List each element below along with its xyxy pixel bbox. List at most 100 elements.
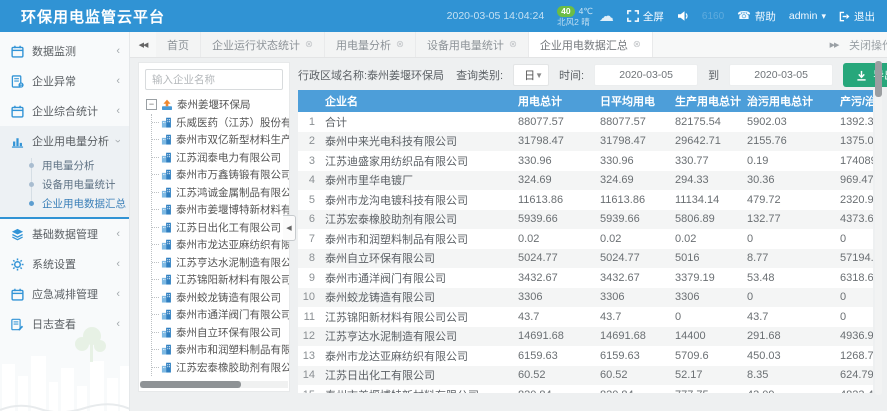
column-header-4[interactable]: 治污用电总计 <box>744 90 837 112</box>
layers-icon <box>11 228 26 241</box>
table-row[interactable]: 8泰州自立环保有限公司5024.775024.7750168.7757194.9… <box>298 249 873 269</box>
tree-company-node[interactable]: 江苏宏泰橡胶助剂有限公司 <box>152 359 289 377</box>
tree-company-node[interactable]: 江苏润泰电力有限公司 <box>152 149 289 167</box>
sidebar-item-emergency[interactable]: 应急减排管理‹ <box>0 279 129 309</box>
table-row[interactable]: 2泰州中来光电科技有限公司31798.4731798.4729642.71215… <box>298 132 873 152</box>
logout-button[interactable]: 退出 <box>839 9 875 24</box>
date-to-input[interactable] <box>729 64 833 86</box>
alert-count-badge: 6160 <box>702 11 724 22</box>
fullscreen-icon <box>627 10 639 22</box>
tab-0[interactable]: 首页 <box>156 32 201 57</box>
tree-company-node[interactable]: 江苏鸿诚金属制品有限公司 <box>152 184 289 202</box>
table-row[interactable]: 3江苏迪盛家用纺织品有限公司330.96330.96330.770.191740… <box>298 151 873 171</box>
sidebar-subitem-power-analysis-2[interactable]: 企业用电数据汇总 <box>0 194 129 213</box>
table-row[interactable]: 13泰州市龙达亚麻纺织有限公司6159.636159.635709.6450.0… <box>298 346 873 366</box>
sidebar-item-power-analysis[interactable]: 企业用电量分析‹ <box>0 126 129 156</box>
sound-button[interactable] <box>677 10 689 22</box>
building-icon <box>161 362 172 373</box>
table-row[interactable]: 12江苏亨达水泥制造有限公司14691.6814691.6814400291.6… <box>298 327 873 347</box>
tree-company-node[interactable]: 泰州市姜堰博特新材料有限公司 <box>152 201 289 219</box>
page-title: 环保用电监管云平台 <box>0 6 165 27</box>
chevron-icon: ‹ <box>116 75 120 87</box>
chevron-icon: ‹ <box>112 139 124 143</box>
column-header-3[interactable]: 生产用电总计 <box>672 90 744 112</box>
tree-company-node[interactable]: 泰州市龙达亚麻纺织有限公司 <box>152 236 289 254</box>
tab-close-icon[interactable]: ⊗ <box>305 40 313 50</box>
company-tree-panel: −泰州姜堰环保局乐威医药（江苏）股份有限公司泰州市双亿新型材料生产有限公司江苏润… <box>138 62 290 392</box>
tree-company-node[interactable]: 泰州市和润塑料制品有限公司 <box>152 341 289 359</box>
tabs-scroll-right-icon[interactable]: ▶▶ <box>821 32 847 57</box>
bullet-icon <box>29 182 34 187</box>
table-row[interactable]: 4泰州市里华电镀厂324.69324.69294.3330.36969.47 <box>298 171 873 191</box>
close-operations-button[interactable]: 关闭操作 <box>847 32 887 57</box>
sidebar-group-company-abnormal: 企业异常‹ <box>0 66 129 96</box>
table-row[interactable]: 9泰州市通洋阀门有限公司3432.673432.673379.1953.4863… <box>298 268 873 288</box>
category-select[interactable]: 日 ▼ <box>513 64 549 86</box>
log-icon <box>11 318 26 331</box>
cloud-icon: ☁ <box>599 9 614 24</box>
bar-chart-icon <box>11 135 26 148</box>
tree-collapse-button[interactable]: ◀ <box>283 215 296 241</box>
sidebar-item-base-data[interactable]: 基础数据管理‹ <box>0 219 129 249</box>
tab-4[interactable]: 企业用电数据汇总⊗ <box>529 32 653 57</box>
tab-1[interactable]: 企业运行状态统计⊗ <box>201 32 325 57</box>
sidebar-subitem-power-analysis-0[interactable]: 用电量分析 <box>0 156 129 175</box>
sidebar-item-company-abnormal[interactable]: 企业异常‹ <box>0 66 129 96</box>
chevron-icon: ‹ <box>116 105 120 117</box>
region-label: 行政区域名称:泰州姜堰环保局 <box>298 67 444 83</box>
column-header-2[interactable]: 日平均用电 <box>597 90 672 112</box>
table-row[interactable]: 7泰州市和润塑料制品有限公司0.020.020.0200 <box>298 229 873 249</box>
aqi-badge: 40 <box>557 6 574 17</box>
table-row[interactable]: 1合计88077.5788077.5782175.545902.031392.3… <box>298 112 873 132</box>
tab-close-icon[interactable]: ⊗ <box>633 40 641 50</box>
tab-3[interactable]: 设备用电量统计⊗ <box>416 32 529 57</box>
sidebar-item-company-stats[interactable]: 企业综合统计‹ <box>0 96 129 126</box>
tree-company-node[interactable]: 泰州市通洋阀门有限公司 <box>152 306 289 324</box>
building-icon <box>161 169 172 180</box>
table-row[interactable]: 15泰州市姜堰博特新材料有限公司820.84820.84777.7543.094… <box>298 385 873 393</box>
tree-company-node[interactable]: 泰州市万鑫铸锻有限公司 <box>152 166 289 184</box>
user-menu[interactable]: admin ▾ <box>789 10 826 22</box>
column-header-5[interactable]: 产污/治污(用 <box>837 90 873 112</box>
category-label: 查询类别: <box>456 67 503 83</box>
tree-company-node[interactable]: 江苏锦阳新材料有限公司公司 <box>152 271 289 289</box>
tree-root-node-0[interactable]: −泰州姜堰环保局 <box>146 96 289 114</box>
calendar-icon <box>11 45 26 58</box>
help-button[interactable]: ☎ 帮助 <box>737 9 776 24</box>
tabs-scroll-left-icon[interactable]: ◀◀ <box>130 32 156 57</box>
building-icon <box>161 117 172 128</box>
building-icon <box>161 257 172 268</box>
chevron-icon: ‹ <box>116 258 120 270</box>
tab-close-icon[interactable]: ⊗ <box>396 40 404 50</box>
table-row[interactable]: 11江苏锦阳新材料有限公司公司43.743.7043.70 <box>298 307 873 327</box>
column-header-0[interactable]: 企业名 <box>320 90 515 112</box>
sidebar-item-data-monitor[interactable]: 数据监测‹ <box>0 36 129 66</box>
date-from-input[interactable] <box>594 64 698 86</box>
tree-company-node[interactable]: 泰州市双亿新型材料生产有限公司 <box>152 131 289 149</box>
building-icon <box>161 204 172 215</box>
scrollbar-thumb[interactable] <box>875 61 882 97</box>
tab-2[interactable]: 用电量分析⊗ <box>325 32 416 57</box>
tree-company-node[interactable]: 泰州蛟龙铸造有限公司 <box>152 289 289 307</box>
scrollbar-thumb[interactable] <box>140 381 241 388</box>
tree-company-node[interactable]: 乐威医药（江苏）股份有限公司 <box>152 114 289 132</box>
table-row[interactable]: 14江苏日出化工有限公司60.5260.5252.178.35624.79 <box>298 366 873 386</box>
sidebar-item-system-settings[interactable]: 系统设置‹ <box>0 249 129 279</box>
sidebar-item-logs[interactable]: 日志查看‹ <box>0 309 129 339</box>
tree-expand-icon[interactable]: − <box>146 99 157 110</box>
tab-close-icon[interactable]: ⊗ <box>509 40 517 50</box>
tree-company-node[interactable]: 江苏亨达水泥制造有限公司 <box>152 254 289 272</box>
tree-company-node[interactable]: 江苏日出化工有限公司 <box>152 219 289 237</box>
table-row[interactable]: 6江苏宏泰橡胶助剂有限公司5939.665939.665806.89132.77… <box>298 210 873 230</box>
sidebar-subitem-power-analysis-1[interactable]: 设备用电量统计 <box>0 175 129 194</box>
column-header-1[interactable]: 用电总计 <box>515 90 597 112</box>
table-vertical-scrollbar[interactable] <box>875 60 882 395</box>
building-icon <box>161 152 172 163</box>
building-icon <box>161 222 172 233</box>
fullscreen-button[interactable]: 全屏 <box>627 9 664 24</box>
table-row[interactable]: 5泰州市龙沟电镀科技有限公司11613.8611613.8611134.1447… <box>298 190 873 210</box>
table-row[interactable]: 10泰州蛟龙铸造有限公司33063306330600 <box>298 288 873 308</box>
tree-company-node[interactable]: 泰州自立环保有限公司 <box>152 324 289 342</box>
tree-horizontal-scrollbar[interactable] <box>140 381 288 388</box>
company-search-input[interactable] <box>145 69 283 90</box>
